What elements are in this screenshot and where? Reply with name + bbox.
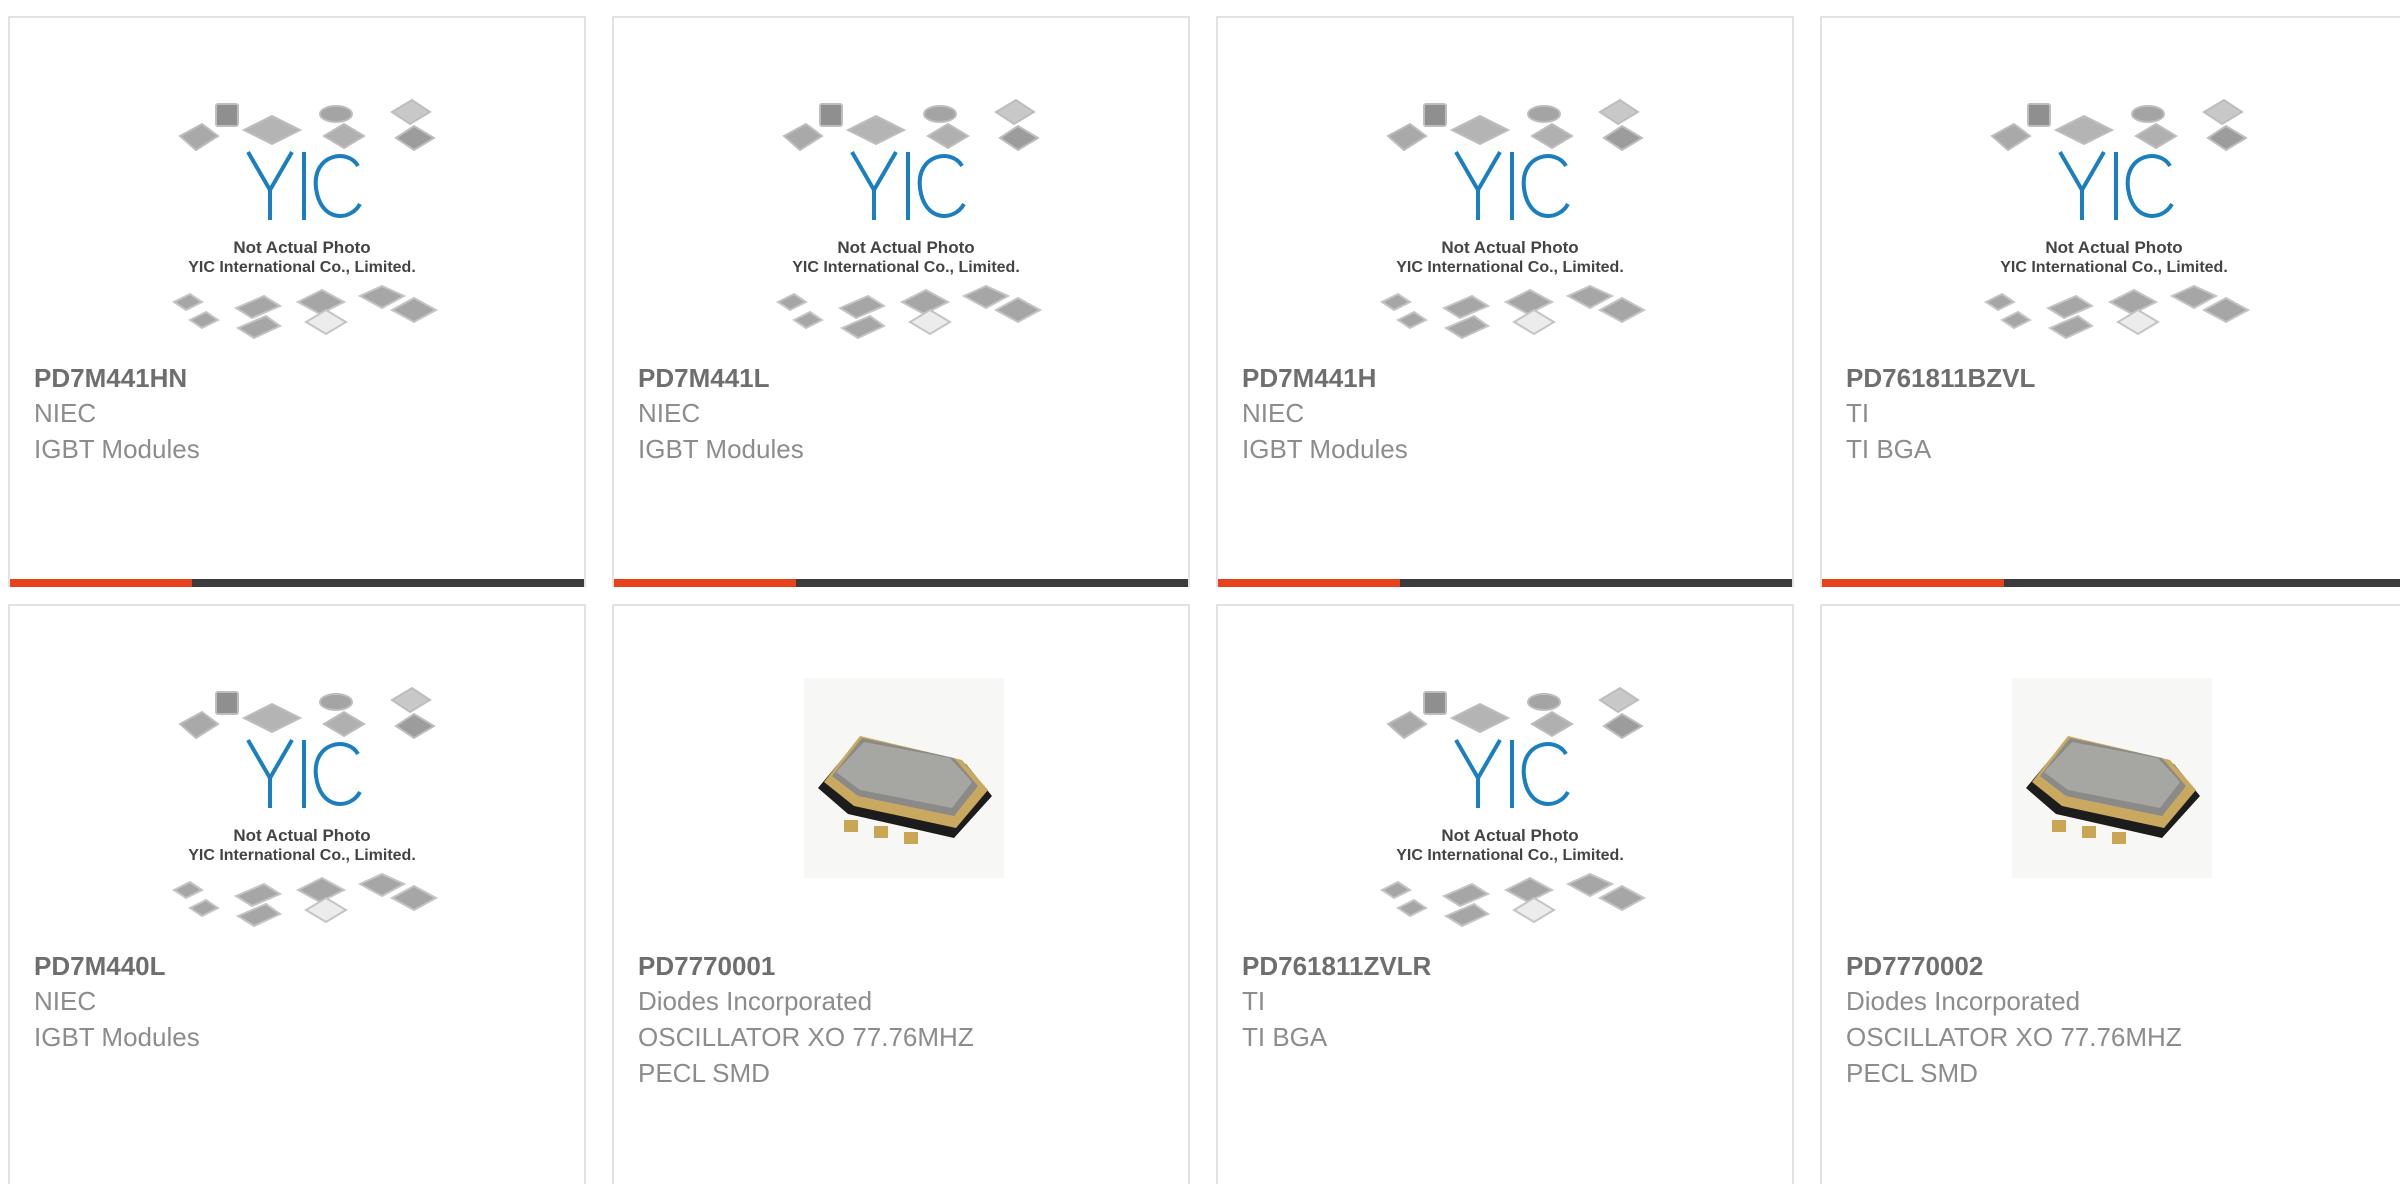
description-continued: PECL SMD xyxy=(1846,1058,1978,1088)
yic-logo-icon xyxy=(1454,150,1570,220)
placeholder-image[interactable]: Not Actual Photo YIC International Co., … xyxy=(160,96,444,341)
yic-logo-icon xyxy=(246,738,362,808)
description: IGBT Modules xyxy=(34,1022,200,1052)
product-card[interactable]: Not Actual Photo YIC International Co., … xyxy=(1216,16,1794,587)
product-card[interactable]: PD7770002 Diodes Incorporated OSCILLATOR… xyxy=(1820,604,2400,1184)
manufacturer: TI xyxy=(1846,398,1870,428)
svg-text:YIC International Co., Limited: YIC International Co., Limited. xyxy=(2000,259,2228,276)
card-bottom-bar xyxy=(10,579,584,587)
manufacturer: Diodes Incorporated xyxy=(638,986,873,1016)
svg-text:Not Actual Photo: Not Actual Photo xyxy=(837,238,974,257)
part-number[interactable]: PD7770002 xyxy=(1846,949,2388,983)
yic-logo-icon xyxy=(2058,150,2174,220)
oscillator-package-icon xyxy=(2012,678,2212,878)
product-card[interactable]: Not Actual Photo YIC International Co., … xyxy=(1820,16,2400,587)
part-number[interactable]: PD7M441HN xyxy=(34,361,564,395)
oscillator-package-icon xyxy=(804,678,1004,878)
svg-text:YIC International Co., Limited: YIC International Co., Limited. xyxy=(188,259,416,276)
svg-text:Not Actual Photo: Not Actual Photo xyxy=(2045,238,2182,257)
product-card[interactable]: Not Actual Photo YIC International Co., … xyxy=(8,16,586,587)
description: IGBT Modules xyxy=(638,434,804,464)
card-accent-bar xyxy=(10,579,192,587)
svg-text:YIC International Co., Limited: YIC International Co., Limited. xyxy=(1396,847,1624,864)
svg-text:Not Actual Photo: Not Actual Photo xyxy=(233,238,370,257)
description: OSCILLATOR XO 77.76MHZ xyxy=(1846,1022,2182,1052)
svg-text:YIC International Co., Limited: YIC International Co., Limited. xyxy=(792,259,1020,276)
card-bottom-bar xyxy=(614,579,1188,587)
not-actual-photo-graphic: Not Actual Photo YIC International Co., … xyxy=(1984,98,2251,340)
yic-logo-icon xyxy=(246,150,362,220)
product-card[interactable]: Not Actual Photo YIC International Co., … xyxy=(1216,604,1794,1184)
description: TI BGA xyxy=(1242,1022,1328,1052)
not-actual-photo-graphic: Not Actual Photo YIC International Co., … xyxy=(776,98,1043,340)
yic-logo-icon xyxy=(850,150,966,220)
placeholder-image[interactable]: Not Actual Photo YIC International Co., … xyxy=(1972,96,2256,341)
not-actual-photo-graphic: Not Actual Photo YIC International Co., … xyxy=(172,686,439,928)
svg-text:YIC International Co., Limited: YIC International Co., Limited. xyxy=(188,847,416,864)
part-number[interactable]: PD761811BZVL xyxy=(1846,361,2388,395)
manufacturer: TI xyxy=(1242,986,1266,1016)
product-card[interactable]: Not Actual Photo YIC International Co., … xyxy=(8,604,586,1184)
oscillator-image[interactable] xyxy=(2012,678,2212,878)
svg-text:YIC International Co., Limited: YIC International Co., Limited. xyxy=(1396,259,1624,276)
product-card[interactable]: Not Actual Photo YIC International Co., … xyxy=(612,16,1190,587)
manufacturer: NIEC xyxy=(638,398,701,428)
oscillator-image[interactable] xyxy=(804,678,1004,878)
description-continued: PECL SMD xyxy=(638,1058,770,1088)
description: TI BGA xyxy=(1846,434,1932,464)
placeholder-image[interactable]: Not Actual Photo YIC International Co., … xyxy=(1368,684,1652,929)
product-grid: Not Actual Photo YIC International Co., … xyxy=(8,16,2400,1184)
part-number[interactable]: PD7M441L xyxy=(638,361,1168,395)
manufacturer: NIEC xyxy=(34,986,97,1016)
card-accent-bar xyxy=(614,579,796,587)
card-accent-bar xyxy=(1218,579,1400,587)
card-bottom-bar xyxy=(1218,579,1792,587)
part-number[interactable]: PD7770001 xyxy=(638,949,1168,983)
description: IGBT Modules xyxy=(34,434,200,464)
svg-text:Not Actual Photo: Not Actual Photo xyxy=(1441,238,1578,257)
manufacturer: Diodes Incorporated xyxy=(1846,986,2081,1016)
card-accent-bar xyxy=(1822,579,2004,587)
not-actual-photo-graphic: Not Actual Photo YIC International Co., … xyxy=(172,98,439,340)
placeholder-image[interactable]: Not Actual Photo YIC International Co., … xyxy=(1368,96,1652,341)
svg-text:Not Actual Photo: Not Actual Photo xyxy=(1441,826,1578,845)
placeholder-image[interactable]: Not Actual Photo YIC International Co., … xyxy=(764,96,1048,341)
part-number[interactable]: PD7M441H xyxy=(1242,361,1772,395)
not-actual-photo-graphic: Not Actual Photo YIC International Co., … xyxy=(1380,98,1647,340)
product-card[interactable]: PD7770001 Diodes Incorporated OSCILLATOR… xyxy=(612,604,1190,1184)
manufacturer: NIEC xyxy=(34,398,97,428)
card-bottom-bar xyxy=(1822,579,2400,587)
part-number[interactable]: PD7M440L xyxy=(34,949,564,983)
description: IGBT Modules xyxy=(1242,434,1408,464)
yic-logo-icon xyxy=(1454,738,1570,808)
svg-text:Not Actual Photo: Not Actual Photo xyxy=(233,826,370,845)
placeholder-image[interactable]: Not Actual Photo YIC International Co., … xyxy=(160,684,444,929)
part-number[interactable]: PD761811ZVLR xyxy=(1242,949,1772,983)
description: OSCILLATOR XO 77.76MHZ xyxy=(638,1022,974,1052)
manufacturer: NIEC xyxy=(1242,398,1305,428)
not-actual-photo-graphic: Not Actual Photo YIC International Co., … xyxy=(1380,686,1647,928)
